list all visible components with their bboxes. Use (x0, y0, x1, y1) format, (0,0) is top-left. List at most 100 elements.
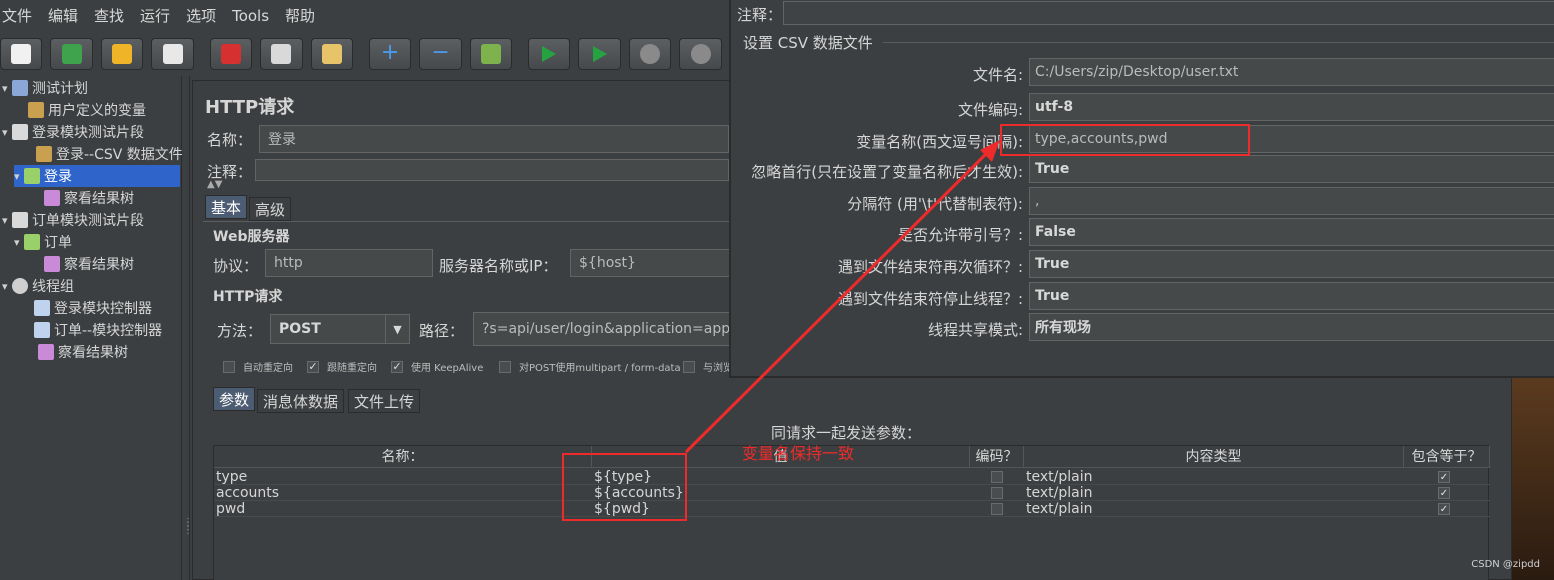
column-header-0[interactable]: 名称： (214, 446, 592, 468)
tree-node-4[interactable]: ▾ 登录 (14, 165, 180, 187)
param-name-cell[interactable]: accounts (216, 485, 279, 501)
csv-row-value[interactable]: True (1029, 282, 1554, 310)
tree-node-3[interactable]: 登录--CSV 数据文件 (26, 143, 183, 165)
tree-node-0[interactable]: ▾ 测试计划 (2, 77, 88, 99)
menu-item-2[interactable]: 查找 (86, 0, 132, 32)
tree-node-10[interactable]: 登录模块控制器 (24, 297, 152, 319)
include-equals-checkbox[interactable]: ✓ (1438, 471, 1450, 483)
menu-item-4[interactable]: 选项 (178, 0, 224, 32)
csv-row-value[interactable]: utf-8 (1029, 93, 1554, 121)
copy-button[interactable] (260, 38, 303, 70)
csv-row-value[interactable]: True (1029, 155, 1554, 183)
tree-node-12[interactable]: 察看结果树 (28, 341, 128, 363)
path-field[interactable]: ?s=api/user/login&application=app&app (473, 312, 731, 346)
table-row[interactable]: pwd ${pwd} text/plain ✓ (214, 501, 1490, 517)
encode-checkbox[interactable] (991, 503, 1003, 515)
menu-item-5[interactable]: Tools (224, 0, 277, 32)
tree-node-9[interactable]: ▾ 线程组 (2, 275, 74, 297)
tree-node-5[interactable]: 察看结果树 (34, 187, 134, 209)
include-equals-checkbox[interactable]: ✓ (1438, 503, 1450, 515)
open-button[interactable] (100, 38, 144, 70)
tab-files-upload[interactable]: 文件上传 (348, 389, 421, 413)
paste-icon (321, 44, 342, 64)
menu-item-0[interactable]: 文件 (2, 0, 40, 32)
menu-item-1[interactable]: 编辑 (40, 0, 86, 32)
protocol-field[interactable]: http (265, 249, 433, 277)
tree-toggle-icon[interactable]: ▾ (14, 170, 24, 183)
toggle-button[interactable] (469, 38, 513, 70)
checkbox-4[interactable]: 与浏览 (683, 359, 733, 374)
menu-item-3[interactable]: 运行 (132, 0, 178, 32)
checkbox-checked-icon[interactable]: ✓ (307, 360, 319, 373)
tree-node-8[interactable]: 察看结果树 (34, 253, 134, 275)
table-row[interactable]: accounts ${accounts} text/plain ✓ (214, 485, 1490, 501)
tree-node-6[interactable]: ▾ 订单模块测试片段 (2, 209, 144, 231)
param-content-type-cell[interactable]: text/plain (1026, 485, 1092, 501)
server-field[interactable]: ${host} (570, 249, 730, 277)
template-button[interactable] (50, 38, 93, 70)
expand-button[interactable]: + (368, 38, 412, 70)
encode-checkbox[interactable] (991, 471, 1003, 483)
tree-toggle-icon[interactable]: ▾ (2, 126, 12, 139)
tab-basic[interactable]: 基本 (205, 195, 248, 219)
csv-row-value[interactable]: True (1029, 250, 1554, 278)
tab-advanced[interactable]: 高级 (249, 197, 292, 221)
tree-node-1[interactable]: 用户定义的变量 (18, 99, 146, 121)
tab-body-data[interactable]: 消息体数据 (257, 389, 345, 413)
csv-row-value[interactable]: type,accounts,pwd (1029, 125, 1554, 153)
csv-row-value[interactable]: , (1029, 187, 1554, 215)
column-header-4[interactable]: 包含等于？ (1404, 446, 1490, 468)
comment-field[interactable] (255, 159, 729, 181)
cut-button[interactable] (209, 38, 253, 70)
tree-node-2[interactable]: ▾ 登录模块测试片段 (2, 121, 144, 143)
tree-node-label: 察看结果树 (64, 257, 134, 273)
name-field[interactable]: 登录 (259, 125, 729, 153)
collapse-button[interactable]: − (419, 38, 462, 70)
tree-node-7[interactable]: ▾ 订单 (14, 231, 72, 253)
method-select[interactable]: POST ▼ (270, 314, 410, 344)
tree-toggle-icon[interactable]: ▾ (2, 214, 12, 227)
checkbox-unchecked-icon[interactable] (499, 360, 511, 373)
column-header-3[interactable]: 内容类型 (1024, 446, 1404, 468)
param-content-type-cell[interactable]: text/plain (1026, 501, 1092, 517)
param-value-cell[interactable]: ${accounts} (594, 485, 684, 501)
tree-node-11[interactable]: 订单--模块控制器 (24, 319, 162, 341)
param-name-cell[interactable]: type (216, 469, 247, 485)
checkbox-2[interactable]: ✓ 使用 KeepAlive (391, 359, 483, 374)
splitter[interactable]: ⋮ ⋮ ⋮ (182, 76, 193, 580)
chevron-down-icon[interactable]: ▼ (385, 315, 409, 343)
checkbox-3[interactable]: 对POST使用multipart / form-data (499, 359, 681, 374)
column-header-2[interactable]: 编码？ (970, 446, 1024, 468)
csv-row-label: 变量名称(西文逗号间隔): (856, 133, 1023, 151)
param-value-cell[interactable]: ${pwd} (594, 501, 650, 517)
paste-button[interactable] (310, 38, 354, 70)
checkbox-unchecked-icon[interactable] (683, 360, 695, 373)
menu-item-6[interactable]: 帮助 (277, 0, 323, 32)
include-equals-checkbox[interactable]: ✓ (1438, 487, 1450, 499)
checkbox-unchecked-icon[interactable] (223, 360, 235, 373)
csv-comment-field[interactable] (783, 1, 1554, 25)
csv-row-value[interactable]: C:/Users/zip/Desktop/user.txt (1029, 58, 1554, 86)
table-row[interactable]: type ${type} text/plain ✓ (214, 469, 1490, 485)
encode-checkbox[interactable] (991, 487, 1003, 499)
tab-parameters[interactable]: 参数 (213, 387, 256, 411)
checkbox-0[interactable]: 自动重定向 (223, 359, 293, 374)
checkbox-checked-icon[interactable]: ✓ (391, 360, 403, 373)
tree-toggle-icon[interactable]: ▾ (2, 82, 12, 95)
collapse-arrows-icon[interactable]: ▲▼ (207, 179, 222, 190)
csv-row-value[interactable]: 所有现场 (1029, 313, 1554, 341)
tree-toggle-icon[interactable]: ▾ (2, 280, 12, 293)
start-no-pause-button[interactable] (578, 38, 621, 70)
stop-button[interactable] (628, 38, 672, 70)
start-button[interactable] (528, 38, 571, 70)
shutdown-button[interactable] (679, 38, 722, 70)
save-button[interactable] (151, 38, 194, 70)
param-content-type-cell[interactable]: text/plain (1026, 469, 1092, 485)
param-value-cell[interactable]: ${type} (594, 469, 652, 485)
tree-node-label: 察看结果树 (64, 191, 134, 207)
csv-row-value[interactable]: False (1029, 218, 1554, 246)
checkbox-1[interactable]: ✓ 跟随重定向 (307, 359, 377, 374)
new-button[interactable] (0, 38, 43, 70)
tree-toggle-icon[interactable]: ▾ (14, 236, 24, 249)
param-name-cell[interactable]: pwd (216, 501, 245, 517)
